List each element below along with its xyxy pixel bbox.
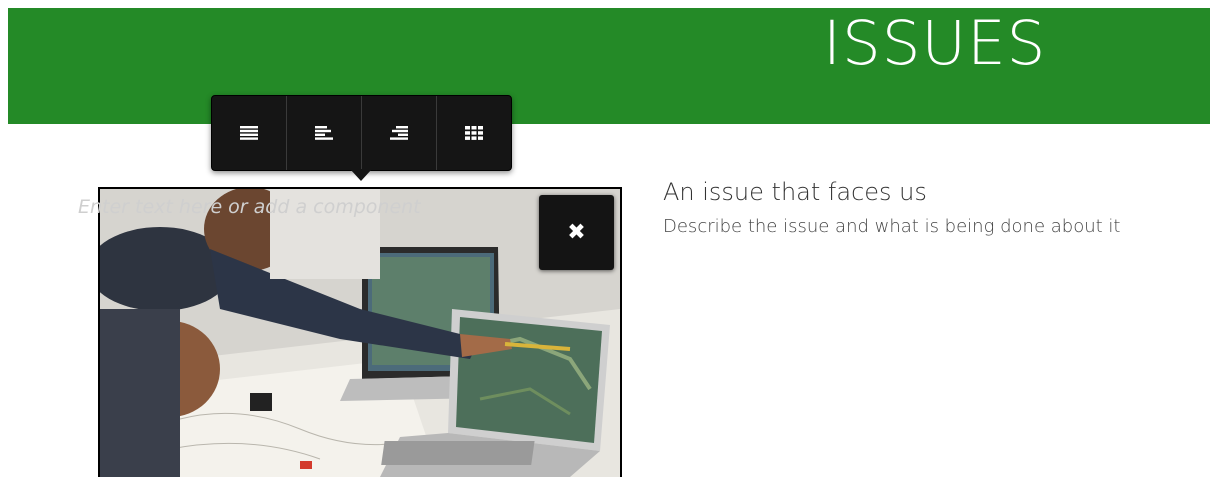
page: ISSUES Enter text here or add a componen… [0,0,1210,477]
page-title: ISSUES [823,8,1047,79]
top-band [0,0,1210,8]
align-justify-button[interactable] [212,96,287,170]
close-icon[interactable]: ✖ [539,195,614,270]
toolbar-pointer [350,169,372,181]
close-icon-glyph: ✖ [567,220,586,245]
align-right-button[interactable] [362,96,437,170]
align-right-icon [390,126,408,140]
grid-layout-button[interactable] [437,96,511,170]
alignment-toolbar [211,95,512,171]
issue-title[interactable]: An issue that faces us [663,178,927,206]
align-justify-icon [240,126,258,140]
grid-icon [465,126,483,140]
align-left-icon [315,126,333,140]
align-left-button[interactable] [287,96,362,170]
issue-description[interactable]: Describe the issue and what is being don… [663,216,1120,237]
component-placeholder[interactable]: Enter text here or add a component [78,196,421,218]
